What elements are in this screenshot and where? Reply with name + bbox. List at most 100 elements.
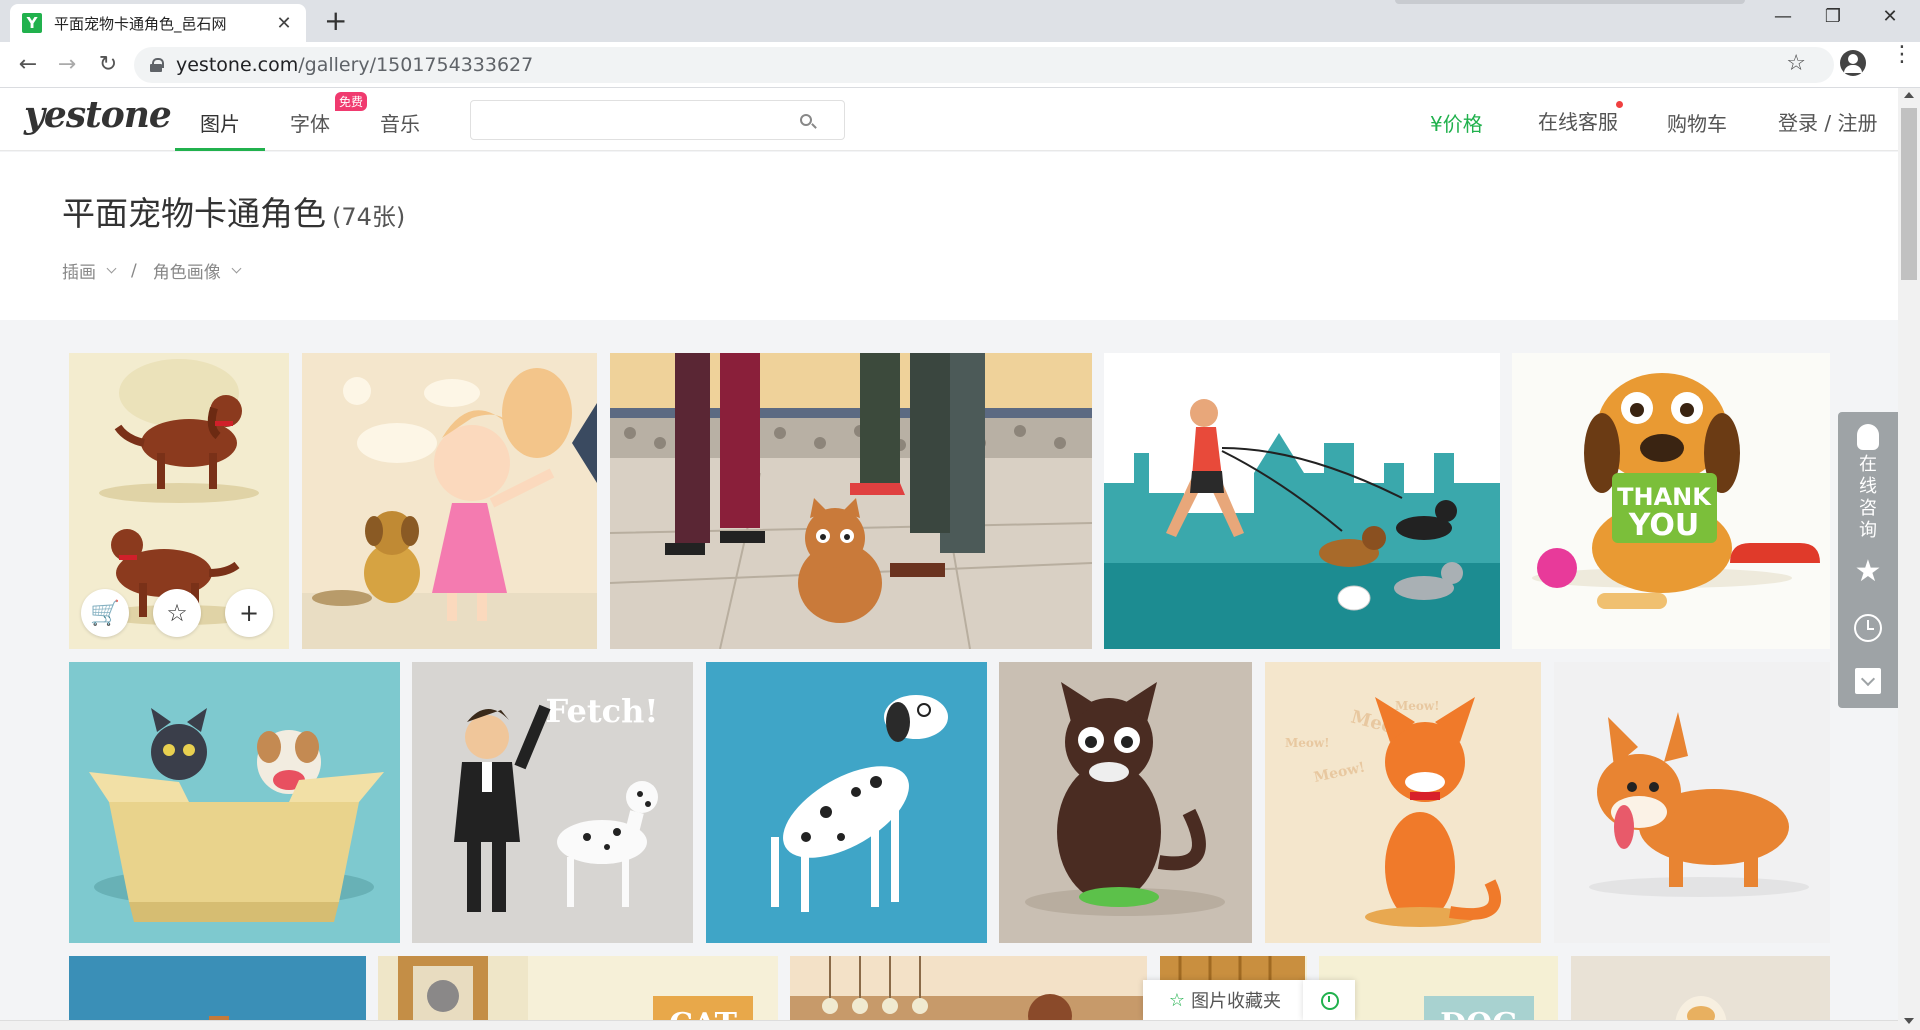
site-favicon-icon: Y [22,13,42,33]
nav-images[interactable]: 图片 [200,108,240,137]
breadcrumb-illustration[interactable]: 插画 [62,258,127,283]
tab-close-icon[interactable]: ✕ [274,13,294,34]
breadcrumb-label: 角色画像 [152,263,221,283]
bookmark-star-icon[interactable]: ☆ [1786,51,1806,76]
price-link[interactable]: ¥价格 [1430,108,1483,137]
search-input[interactable] [481,109,781,131]
gallery-tile[interactable] [706,662,987,943]
runner-with-dogs-image [1104,353,1500,649]
partial-frame-image [378,956,528,1030]
address-bar: ← → ↻ yestone.com/gallery/1501754333627 … [0,42,1920,88]
site-header: yestone 图片 字体 免费 音乐 ¥价格 在线客服 购物车 登录 / 注册 [0,88,1898,151]
url-domain: yestone.com [176,54,299,76]
breadcrumb-portrait[interactable]: 角色画像 [153,258,252,283]
url-path: /gallery/1501754333627 [298,54,534,76]
add-button[interactable]: + [225,589,273,637]
cat-dog-in-box-image [69,662,400,943]
gallery-tile[interactable] [69,662,400,943]
page-title: 平面宠物卡通角色 (74张) [62,187,405,235]
notification-dot [1616,101,1623,108]
tab-strip-shadow [1395,0,1745,4]
reload-button[interactable]: ↻ [94,51,122,79]
nav-fonts[interactable]: 字体 [290,108,330,137]
corgi-image [1554,662,1830,943]
site-logo[interactable]: yestone [24,94,172,136]
cart-link[interactable]: 购物车 [1667,108,1727,137]
gallery-tile[interactable]: THANK YOU [1512,353,1830,649]
online-consult-button[interactable]: 在线咨询 [1856,454,1880,542]
gallery-tile[interactable] [378,956,528,1030]
qq-penguin-icon[interactable] [1857,424,1879,450]
history-clock-icon[interactable] [1854,614,1882,642]
chevron-down-icon [106,263,117,274]
online-service-link[interactable]: 在线客服 [1538,106,1618,135]
gallery-tile[interactable] [302,353,597,649]
forward-button[interactable]: → [53,51,81,79]
star-icon: ☆ [1168,989,1186,1011]
gallery-tile[interactable] [1554,662,1830,943]
side-consult-panel: 在线咨询 ★ [1838,412,1898,708]
login-register-link[interactable]: 登录 / 注册 [1778,107,1877,136]
dalmatian-blue-image [706,662,987,943]
thank-text: THANK [1617,483,1712,511]
back-button[interactable]: ← [14,51,42,79]
image-gallery: 🛒 ☆ + THANK YOU Fetch! Meow! Meow! Meow!… [0,320,1898,1030]
partial-blue-image [69,956,366,1030]
gallery-header: 平面宠物卡通角色 (74张) 插画 / 角色画像 [0,152,1898,320]
vertical-scrollbar[interactable] [1898,88,1920,1030]
man-dalmatian-fetch-image: Fetch! [412,662,693,943]
breadcrumb-separator: / [131,260,137,281]
nav-music[interactable]: 音乐 [380,108,420,137]
gallery-tile[interactable]: CAT [528,956,778,1030]
url-field[interactable]: yestone.com/gallery/1501754333627 ☆ [134,47,1834,83]
partial-cafe-image [790,956,1147,1030]
browser-tab[interactable]: Y 平面宠物卡通角色_邑石网 ✕ [10,4,306,42]
scroll-up-arrow-icon[interactable] [1904,92,1914,98]
gallery-tile[interactable] [610,353,1092,649]
lock-icon [150,58,164,72]
nav-active-underline [175,148,265,151]
partial-cat-sign-image: CAT [528,956,778,1030]
add-to-cart-button[interactable]: 🛒 [81,589,129,637]
gallery-tile[interactable]: Fetch! [412,662,693,943]
favorite-button[interactable]: ☆ [153,589,201,637]
gallery-tile[interactable] [69,956,366,1030]
profile-avatar-icon[interactable] [1840,50,1866,76]
meow-text: Meow! [1395,699,1440,713]
gallery-tile[interactable] [999,662,1252,943]
gallery-tile[interactable]: 🛒 ☆ + [69,353,289,649]
free-badge: 免费 [335,92,368,111]
dog-thank-you-image: THANK YOU [1512,353,1830,649]
you-text: YOU [1628,508,1700,543]
chevron-down-icon[interactable] [1855,668,1881,694]
close-window-button[interactable]: ✕ [1870,6,1910,27]
gallery-tile[interactable]: Meow! Meow! Meow! Meow! [1265,662,1541,943]
image-favorites-button[interactable]: ☆ 图片收藏夹 [1143,980,1307,1020]
browser-menu-icon[interactable]: ⋮ [1891,44,1913,66]
gallery-tile[interactable] [1104,353,1500,649]
scroll-thumb[interactable] [1901,108,1917,280]
favorite-star-icon[interactable]: ★ [1852,554,1884,589]
chevron-down-icon [231,263,242,274]
gallery-tile[interactable] [1571,956,1830,1030]
search-icon[interactable] [800,114,812,126]
new-tab-button[interactable]: + [324,7,347,35]
tile-actions: 🛒 ☆ + [81,589,273,637]
girl-and-puppy-image [302,353,597,649]
favorites-label: 图片收藏夹 [1191,991,1282,1012]
orange-cat-meow-image: Meow! Meow! Meow! Meow! [1265,662,1541,943]
cat-on-street-legs-image [610,353,1092,649]
tab-title: 平面宠物卡通角色_邑石网 [54,14,227,33]
url-text: yestone.com/gallery/1501754333627 [176,54,533,76]
gallery-tile[interactable] [790,956,1147,1030]
maximize-button[interactable]: ❐ [1813,6,1853,27]
horizontal-scrollbar[interactable] [0,1020,1898,1030]
breadcrumb: 插画 / 角色画像 [62,258,252,283]
fetch-text: Fetch! [546,692,659,730]
meow-text: Meow! [1285,736,1330,750]
scroll-down-arrow-icon[interactable] [1904,1018,1914,1024]
history-clock-button[interactable] [1303,980,1355,1020]
minimize-button[interactable]: — [1763,6,1803,27]
black-cat-green-bowl-image [999,662,1252,943]
breadcrumb-label: 插画 [62,263,96,283]
